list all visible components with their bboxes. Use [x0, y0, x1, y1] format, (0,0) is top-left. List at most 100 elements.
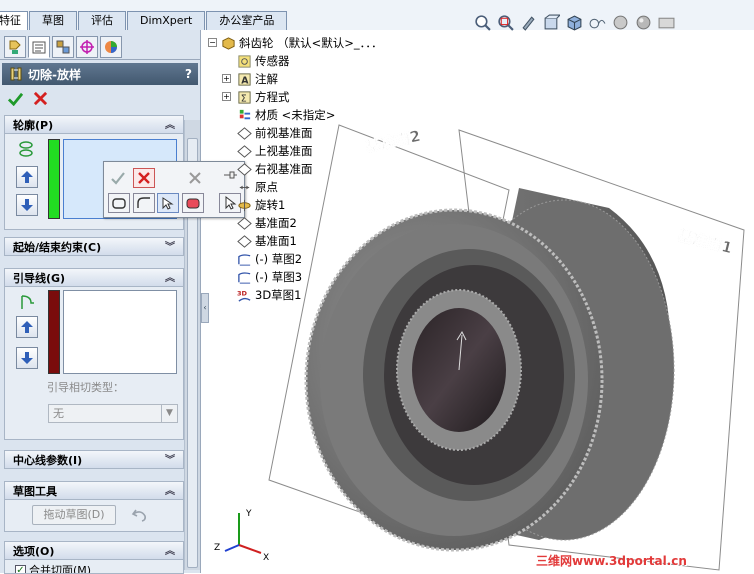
move-up-button[interactable]	[16, 166, 38, 188]
guide-curves-group: 引导线(G)︽ 引导相切类型： 无 ▼	[4, 268, 184, 440]
guide-curves-selection-box[interactable]	[63, 290, 177, 374]
annotation-icon: A	[236, 71, 252, 87]
tree-item[interactable]: 传感器	[208, 52, 408, 70]
tab-dimxpert[interactable]: DimXpert	[127, 11, 205, 30]
profile-icon	[17, 140, 35, 158]
scene-icon[interactable]	[656, 12, 676, 32]
accept-check-icon[interactable]	[107, 168, 129, 188]
configurationmanager-icon[interactable]	[52, 36, 74, 58]
tree-item[interactable]: (-) 草图2	[208, 250, 408, 268]
zoom-area-icon[interactable]	[495, 12, 515, 32]
ok-check-icon[interactable]	[8, 91, 23, 106]
collapse-chevron-icon[interactable]: ︽	[165, 542, 175, 559]
tree-item[interactable]: +Σ方程式	[208, 88, 408, 106]
plane-icon	[236, 233, 252, 249]
tree-item[interactable]: (-) 草图3	[208, 268, 408, 286]
svg-text:A: A	[241, 75, 249, 86]
svg-text:3D: 3D	[237, 289, 248, 297]
guide-curve-icon	[19, 293, 37, 311]
tangency-type-value: 无	[53, 407, 64, 420]
start-end-title: 起始/结束约束(C)	[13, 238, 165, 255]
plane-icon	[236, 161, 252, 177]
manager-tabs	[0, 30, 200, 60]
heads-up-view-toolbar	[472, 12, 676, 32]
tree-item[interactable]: 上视基准面	[208, 142, 408, 160]
options-group-header[interactable]: 选项(O)︽	[4, 541, 184, 560]
arrow-down-icon	[20, 351, 34, 365]
expand-toggle[interactable]: +	[222, 92, 231, 101]
tree-item[interactable]: +A注解	[208, 70, 408, 88]
options-body: ✓ 合并切面(M)	[4, 560, 184, 574]
previous-view-icon[interactable]	[518, 12, 538, 32]
display-style-icon[interactable]	[587, 12, 607, 32]
view-orientation-icon[interactable]	[564, 12, 584, 32]
sensor-icon	[236, 53, 252, 69]
sketch-tools-group: 草图工具︽ 拖动草图(D)	[4, 481, 184, 532]
revolve-icon	[236, 197, 252, 213]
collapse-toggle[interactable]: −	[208, 38, 217, 47]
sketch-tools-title: 草图工具	[13, 482, 165, 499]
tab-evaluate[interactable]: 评估	[78, 11, 126, 30]
tree-item[interactable]: 旋转1	[208, 196, 408, 214]
triad-z-axis	[225, 545, 239, 551]
tab-features[interactable]: 特征	[0, 11, 28, 30]
tree-item[interactable]: 3D3D草图1	[208, 286, 408, 304]
cancel-x-icon[interactable]	[33, 91, 48, 106]
tree-item-label: (-) 草图3	[255, 269, 302, 285]
tab-office-products[interactable]: 办公室产品	[206, 11, 287, 30]
dimxpert-icon[interactable]	[76, 36, 98, 58]
section-view-icon[interactable]	[541, 12, 561, 32]
tree-item[interactable]: 材质 <未指定>	[208, 106, 408, 124]
tree-item[interactable]: 原点	[208, 178, 408, 196]
move-down-button[interactable]	[16, 194, 38, 216]
profiles-group-header[interactable]: 轮廓(P)︽	[4, 115, 184, 134]
tree-item[interactable]: 右视基准面	[208, 160, 408, 178]
propertymanager-icon[interactable]	[28, 36, 50, 58]
material-icon	[236, 107, 252, 123]
loft-cut-icon	[8, 66, 24, 82]
feature-title: 切除-放样	[28, 66, 185, 83]
drag-sketch-button[interactable]: 拖动草图(D)	[32, 505, 116, 525]
triad-x-label: X	[263, 553, 269, 563]
guide-curves-group-header[interactable]: 引导线(G)︽	[4, 268, 184, 287]
guide-move-up-button[interactable]	[16, 316, 38, 338]
start-end-group-header[interactable]: 起始/结束约束(C)︾	[4, 237, 184, 256]
edit-appearance-icon[interactable]	[633, 12, 653, 32]
hide-show-icon[interactable]	[610, 12, 630, 32]
options-title: 选项(O)	[13, 542, 165, 559]
cancel-x-icon[interactable]	[133, 168, 155, 188]
displaymanager-icon[interactable]	[100, 36, 122, 58]
plane-icon	[236, 125, 252, 141]
tree-item-label: 材质 <未指定>	[255, 107, 335, 123]
collapse-chevron-icon[interactable]: ︽	[165, 116, 175, 133]
tangency-type-select[interactable]: 无 ▼	[48, 404, 178, 423]
tree-root[interactable]: − 斜齿轮 （默认<默认>_．．．	[208, 34, 408, 52]
sketch-icon	[236, 251, 252, 267]
tree-item[interactable]: 基准面1	[208, 232, 408, 250]
dropdown-arrow-icon[interactable]: ▼	[161, 405, 177, 422]
sketch-tools-group-header[interactable]: 草图工具︽	[4, 481, 184, 500]
clear-selection-icon[interactable]	[184, 168, 206, 188]
collapse-chevron-icon[interactable]: ︽	[165, 269, 175, 286]
guide-move-down-button[interactable]	[16, 347, 38, 369]
select-closed-loop-icon[interactable]	[182, 193, 204, 213]
expand-chevron-icon[interactable]: ︾	[165, 238, 175, 255]
expand-toggle[interactable]: +	[222, 74, 231, 83]
collapse-chevron-icon[interactable]: ︽	[165, 482, 175, 499]
tab-sketch[interactable]: 草图	[29, 11, 77, 30]
tree-item[interactable]: 前视基准面	[208, 124, 408, 142]
select-open-loop-icon[interactable]	[133, 193, 155, 213]
zoom-to-fit-icon[interactable]	[472, 12, 492, 32]
select-chain-icon[interactable]	[157, 193, 179, 213]
merge-tangent-faces-option[interactable]: ✓ 合并切面(M)	[15, 562, 91, 574]
help-button[interactable]: ?	[185, 67, 192, 81]
select-region-icon[interactable]	[108, 193, 130, 213]
undo-icon[interactable]	[131, 506, 149, 524]
tree-item[interactable]: 基准面2	[208, 214, 408, 232]
axis-triad: Y X Z	[214, 509, 269, 563]
expand-chevron-icon[interactable]: ︾	[165, 451, 175, 468]
tree-item-label: 基准面1	[255, 233, 297, 249]
tree-item-label: 方程式	[255, 89, 290, 105]
centerline-group-header[interactable]: 中心线参数(I)︾	[4, 450, 184, 469]
featuremanager-icon[interactable]	[4, 36, 26, 58]
